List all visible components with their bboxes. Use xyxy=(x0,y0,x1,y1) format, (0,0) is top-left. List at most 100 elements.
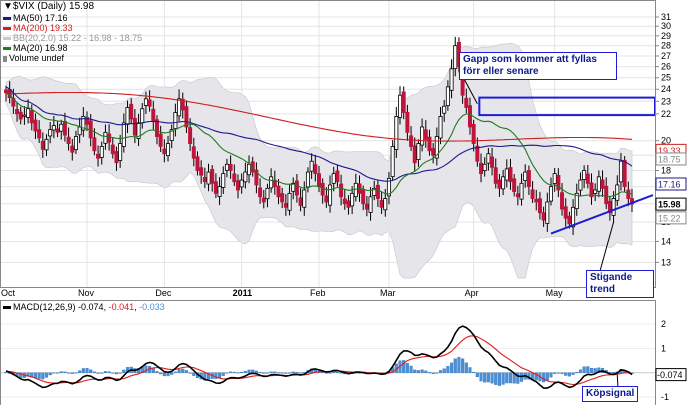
macd-histogram-bar xyxy=(427,372,432,374)
macd-histogram-bar xyxy=(553,372,557,374)
macd-histogram-bar xyxy=(85,368,89,373)
price-y-tick-label: 26 xyxy=(661,62,671,72)
macd-histogram-bar xyxy=(159,372,163,375)
macd-histogram-bar xyxy=(413,369,417,373)
candle-body xyxy=(567,215,572,225)
candle-body xyxy=(213,181,218,194)
macd-histogram-bar xyxy=(472,371,476,373)
macd-histogram-bar xyxy=(416,370,420,373)
legend-label: MA(20) xyxy=(13,43,43,53)
price-y-tick-label: 24 xyxy=(661,84,671,94)
candle-body xyxy=(622,159,627,188)
legend-value: 16.98 xyxy=(45,43,68,53)
candle-body xyxy=(316,173,321,188)
candle-body xyxy=(416,143,421,160)
candle-body xyxy=(140,108,145,124)
candle-body xyxy=(604,185,609,205)
macd-y-tick-label: 2 xyxy=(661,319,666,329)
macd-histogram-bar xyxy=(221,372,225,376)
candle-body xyxy=(582,170,587,181)
macd-histogram-bar xyxy=(218,372,222,379)
macd-histogram-bar xyxy=(177,369,181,373)
candle-body xyxy=(490,156,495,168)
macd-histogram-bar xyxy=(273,371,277,373)
candle-body xyxy=(261,197,266,203)
candle-body xyxy=(247,163,252,176)
macd-histogram-bar xyxy=(48,372,52,376)
candle-body xyxy=(420,126,425,146)
macd-histogram-bar xyxy=(295,371,299,373)
candle-body xyxy=(37,129,42,139)
legend-item-ma20: MA(20) 16.98 xyxy=(3,43,142,53)
macd-histogram-bar xyxy=(173,371,177,373)
chart-logo-icon: ▼ xyxy=(3,1,13,12)
candle-body xyxy=(545,201,550,224)
candle-body xyxy=(464,97,469,108)
candle-body xyxy=(103,131,108,144)
macd-histogram-bar xyxy=(258,372,262,374)
macd-histogram-bar xyxy=(461,358,465,373)
macd-histogram-bar xyxy=(446,366,450,373)
candle-body xyxy=(202,177,207,183)
candle-body xyxy=(501,176,506,190)
candle-body xyxy=(512,178,517,193)
macd-histogram-bar xyxy=(442,368,446,373)
candle-body xyxy=(305,171,310,188)
candle-body xyxy=(526,170,531,188)
price-value-tag-label: 15.22 xyxy=(658,213,681,223)
candle-body xyxy=(258,187,263,198)
macd-histogram-bar xyxy=(236,372,240,374)
candle-body xyxy=(199,167,204,176)
macd-histogram-bar xyxy=(567,372,571,377)
macd-histogram-bar xyxy=(280,372,284,374)
price-title-text: $VIX (Daily) 15.98 xyxy=(12,1,95,12)
candle-body xyxy=(33,119,38,132)
candle-body xyxy=(442,105,447,114)
candle-body xyxy=(40,140,45,150)
price-y-tick-label: 22 xyxy=(661,109,671,119)
macd-plot-area xyxy=(0,300,655,405)
legend-label: BB(20,2.0) xyxy=(13,33,57,43)
candle-body xyxy=(217,186,222,197)
candle-body xyxy=(600,179,605,189)
candle-body xyxy=(364,203,369,210)
macd-y-tick-label: -1 xyxy=(661,392,669,402)
candle-body xyxy=(18,111,23,120)
candle-body xyxy=(70,145,75,153)
candle-body xyxy=(504,168,509,181)
candle-body xyxy=(188,127,193,144)
price-y-tick-label: 31 xyxy=(661,12,671,22)
macd-histogram-bar xyxy=(118,372,122,374)
candle-body xyxy=(390,146,395,178)
candle-body xyxy=(55,128,60,133)
macd-histogram-bar xyxy=(450,362,454,373)
price-value-tag-label: 15.98 xyxy=(658,200,681,210)
price-value-tag-label: 17.16 xyxy=(658,179,681,189)
macd-histogram-bar xyxy=(262,372,266,374)
macd-histogram-bar xyxy=(214,372,218,380)
macd-histogram-bar xyxy=(339,372,343,374)
candle-body xyxy=(99,146,104,158)
macd-histogram-bar xyxy=(63,371,67,373)
price-value-tag-label: 18.75 xyxy=(658,154,681,164)
macd-histogram-bar xyxy=(564,372,568,376)
candle-body xyxy=(177,98,182,117)
macd-histogram-bar xyxy=(92,371,96,373)
candle-body xyxy=(611,198,616,216)
macd-histogram-bar xyxy=(70,372,74,374)
macd-histogram-bar xyxy=(37,372,41,379)
price-y-tick-label: 27 xyxy=(661,51,671,61)
candle-body xyxy=(283,202,288,208)
candle-body xyxy=(493,167,498,184)
macd-histogram-bar xyxy=(254,370,258,373)
macd-histogram-bar xyxy=(545,372,549,381)
macd-histogram-bar xyxy=(505,372,509,384)
price-y-tick-label: 14 xyxy=(661,236,671,246)
macd-histogram-bar xyxy=(41,372,45,380)
candle-body xyxy=(394,115,399,150)
macd-histogram-bar xyxy=(424,370,428,373)
candle-body xyxy=(73,136,78,151)
candle-body xyxy=(302,189,307,208)
macd-histogram-bar xyxy=(328,372,332,374)
macd-histogram-bar xyxy=(556,372,560,374)
